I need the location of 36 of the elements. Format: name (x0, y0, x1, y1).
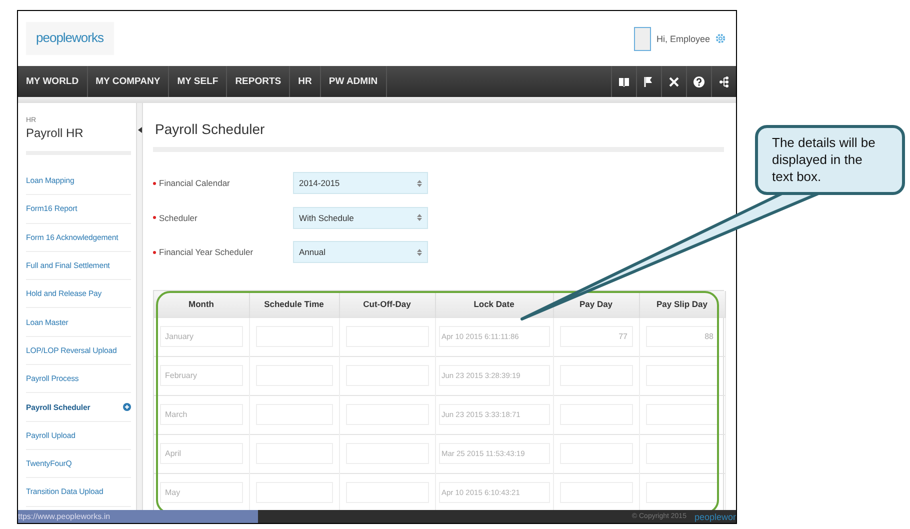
sort-caret-icon (417, 248, 422, 256)
dropdown-field[interactable]: With Schedule (293, 206, 428, 229)
column-header: Pay Slip Day (639, 290, 725, 317)
table-input-field[interactable]: 88 (646, 326, 718, 347)
table-input-field[interactable] (646, 404, 718, 425)
avatar-icon (634, 26, 652, 50)
page-title: Payroll Scheduler (155, 121, 266, 139)
callout-text: The details will be displayed in the text box. (755, 125, 905, 195)
sidebar-title: Payroll HR (26, 126, 84, 140)
table-input-field[interactable]: January (160, 326, 242, 347)
table-input-field[interactable] (646, 443, 718, 464)
sort-caret-icon (417, 180, 422, 187)
tools-icon[interactable] (668, 76, 680, 88)
field-label: Scheduler (159, 212, 198, 223)
table-input-field[interactable]: May (160, 482, 242, 503)
table-input-field[interactable] (646, 365, 718, 386)
dropdown-field[interactable]: Annual (293, 241, 428, 264)
flag-icon[interactable] (643, 76, 655, 88)
book-icon[interactable] (618, 76, 630, 88)
settings-icon[interactable] (715, 33, 726, 44)
dropdown-field[interactable]: 2014-2015 (293, 172, 428, 194)
sitemap-icon[interactable] (718, 76, 730, 88)
collapse-caret-icon[interactable] (138, 127, 142, 133)
table-input-field[interactable] (646, 482, 718, 503)
footer-logo: peoplewor (694, 512, 736, 522)
sort-caret-icon (417, 214, 422, 222)
field-label: Financial Year Scheduler (159, 247, 254, 258)
user-greeting: Hi, Employee (656, 34, 710, 44)
column-header: Schedule Time (249, 290, 339, 317)
plus-circle-icon[interactable] (123, 403, 131, 412)
column-header: Cut-Off-Day (339, 290, 435, 317)
field-label: Financial Calendar (159, 178, 230, 188)
column-header: Month (154, 290, 249, 317)
company-logo[interactable]: peopleworks (26, 22, 114, 55)
status-url: ttps://www.peopleworks.in (18, 510, 258, 523)
help-icon[interactable] (693, 76, 705, 88)
